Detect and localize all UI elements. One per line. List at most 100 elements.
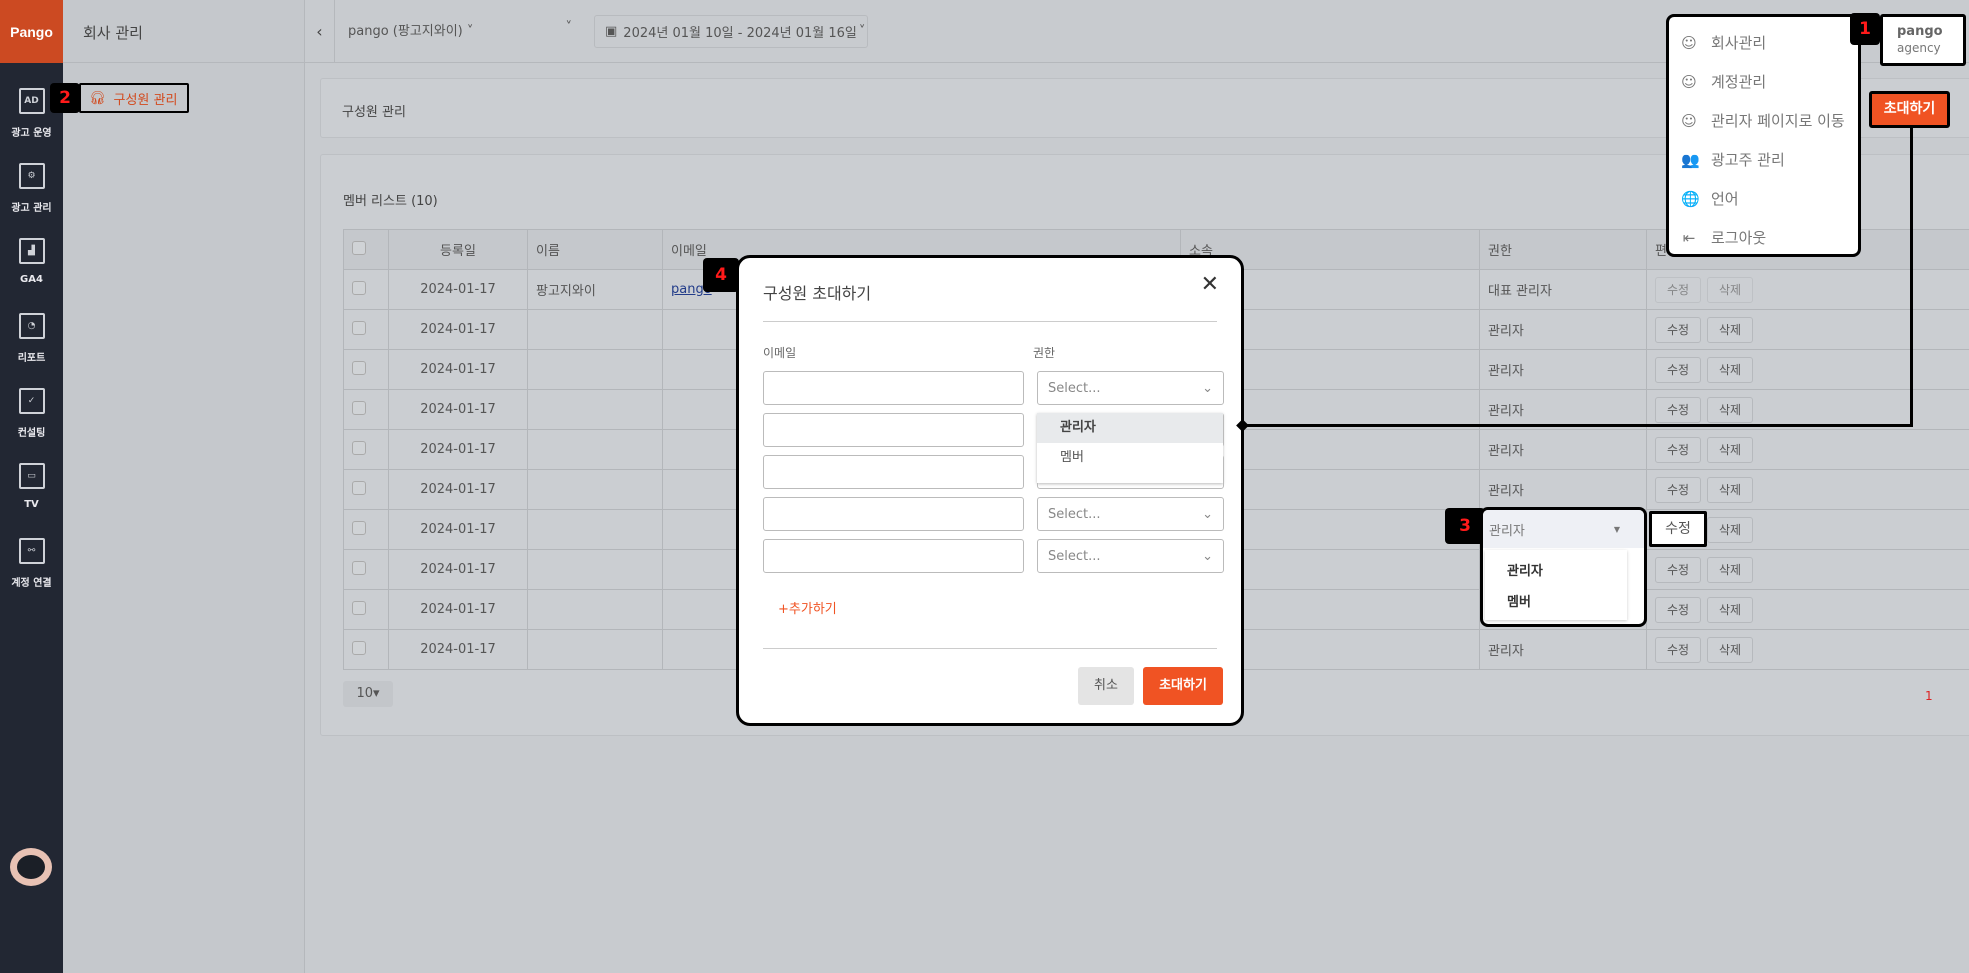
edit-button[interactable]: 수정 xyxy=(1655,436,1701,463)
role-select[interactable]: Select...⌄ xyxy=(1037,497,1224,531)
row-checkbox[interactable] xyxy=(343,429,389,470)
cell-date: 2024-01-17 xyxy=(388,349,528,390)
menu-icon: 👥 xyxy=(1681,150,1700,169)
row-checkbox[interactable] xyxy=(343,509,389,550)
connector-line xyxy=(1910,128,1913,427)
row-checkbox[interactable] xyxy=(343,469,389,510)
col-date: 등록일 xyxy=(388,229,528,270)
row-edit-button-highlighted[interactable]: 수정 xyxy=(1649,511,1707,547)
close-icon[interactable]: ✕ xyxy=(1201,272,1219,297)
role-option-member[interactable]: 멤버 xyxy=(1485,585,1627,616)
delete-button[interactable]: 삭제 xyxy=(1707,516,1753,543)
nav-item-2[interactable]: ▟ GA4 xyxy=(0,238,63,308)
date-range-picker[interactable]: ▣ 2024년 01월 10일 - 2024년 01월 16일 ˅ xyxy=(594,15,868,48)
invite-button[interactable]: 초대하기 xyxy=(1869,91,1950,128)
menu-icon: 🌐 xyxy=(1681,189,1700,208)
email-input[interactable] xyxy=(763,371,1024,405)
cell-name xyxy=(527,509,663,550)
chatbot-avatar-icon[interactable] xyxy=(10,848,52,886)
delete-button[interactable]: 삭제 xyxy=(1707,556,1753,583)
annotation-badge-3: 3 xyxy=(1445,508,1485,544)
row-checkbox[interactable] xyxy=(343,549,389,590)
invite-row: Select...⌄ xyxy=(763,371,1224,405)
nav-label: TV xyxy=(24,499,39,510)
role-option-admin[interactable]: 관리자 xyxy=(1485,554,1627,585)
row-checkbox[interactable] xyxy=(343,349,389,390)
user-menu-item[interactable]: ☺ 계정관리 xyxy=(1669,62,1858,101)
pango-logo[interactable]: Pango xyxy=(0,0,63,63)
user-menu-item[interactable]: 👥 광고주 관리 xyxy=(1669,140,1858,179)
submit-invite-button[interactable]: 초대하기 xyxy=(1143,667,1223,705)
collapse-sidebar-button[interactable]: ‹ xyxy=(305,0,335,63)
cell-date: 2024-01-17 xyxy=(388,269,528,310)
nav-item-5[interactable]: ▭ TV xyxy=(0,463,63,533)
cell-date: 2024-01-17 xyxy=(388,469,528,510)
modal-role-option-admin[interactable]: 관리자 xyxy=(1037,413,1223,443)
edit-button[interactable]: 수정 xyxy=(1655,396,1701,423)
cell-actions: 수정삭제 xyxy=(1646,629,1969,670)
modal-role-option-member[interactable]: 멤버 xyxy=(1037,443,1223,473)
invite-row: Select...⌄ xyxy=(763,497,1224,531)
user-profile-button[interactable]: pango agency xyxy=(1880,14,1966,66)
nav-item-4[interactable]: ✓ 컨설팅 xyxy=(0,388,63,458)
nav-icon: ▟ xyxy=(18,238,45,264)
cell-name xyxy=(527,349,663,390)
role-select[interactable]: 관리자 ▼ xyxy=(1483,510,1644,548)
user-menu-item[interactable]: ⇤ 로그아웃 xyxy=(1669,218,1858,257)
row-role-dropdown[interactable]: 관리자 ▼ 관리자 멤버 xyxy=(1480,507,1647,627)
nav-icon: ▭ xyxy=(18,463,45,489)
user-menu-item[interactable]: ☺ 관리자 페이지로 이동 xyxy=(1669,101,1858,140)
edit-button[interactable]: 수정 xyxy=(1655,316,1701,343)
edit-button[interactable]: 수정 xyxy=(1655,476,1701,503)
add-row-link[interactable]: +추가하기 xyxy=(778,598,837,617)
email-label: 이메일 xyxy=(763,346,797,360)
pagination-page-1[interactable]: 1 xyxy=(1925,689,1933,703)
row-checkbox[interactable] xyxy=(343,389,389,430)
role-select[interactable]: Select...⌄ xyxy=(1037,539,1224,573)
edit-button[interactable]: 수정 xyxy=(1655,556,1701,583)
row-checkbox[interactable] xyxy=(343,269,389,310)
col-name: 이름 xyxy=(527,229,663,270)
user-menu-item[interactable]: 🌐 언어 xyxy=(1669,179,1858,218)
page-size-select[interactable]: 10▾ xyxy=(343,681,393,707)
delete-button[interactable]: 삭제 xyxy=(1707,396,1753,423)
row-checkbox[interactable] xyxy=(343,309,389,350)
account-select[interactable]: pango (팡고지와이) ˅ ˅ xyxy=(348,20,572,42)
nav-item-6[interactable]: ⚯ 계정 연결 xyxy=(0,538,63,608)
email-input[interactable] xyxy=(763,455,1024,489)
row-checkbox[interactable] xyxy=(343,629,389,670)
col-role: 권한 xyxy=(1479,229,1647,270)
edit-button[interactable]: 수정 xyxy=(1655,636,1701,663)
caret-down-icon: ▼ xyxy=(1613,524,1620,534)
cell-date: 2024-01-17 xyxy=(388,429,528,470)
delete-button[interactable]: 삭제 xyxy=(1707,276,1753,303)
delete-button[interactable]: 삭제 xyxy=(1707,596,1753,623)
menu-icon: ⇤ xyxy=(1682,228,1696,247)
delete-button[interactable]: 삭제 xyxy=(1707,316,1753,343)
delete-button[interactable]: 삭제 xyxy=(1707,356,1753,383)
delete-button[interactable]: 삭제 xyxy=(1707,636,1753,663)
cell-role: 관리자 xyxy=(1479,469,1647,510)
email-input[interactable] xyxy=(763,497,1024,531)
invite-row: Select...⌄ xyxy=(763,539,1224,573)
cell-name: 팡고지와이 xyxy=(527,269,663,310)
edit-button[interactable]: 수정 xyxy=(1655,276,1701,303)
cell-date: 2024-01-17 xyxy=(388,389,528,430)
cell-role: 대표 관리자 xyxy=(1479,269,1647,310)
nav-item-3[interactable]: ◔ 리포트 xyxy=(0,313,63,383)
email-input[interactable] xyxy=(763,413,1024,447)
chevron-down-icon: ˅ xyxy=(565,20,573,35)
email-input[interactable] xyxy=(763,539,1024,573)
cancel-button[interactable]: 취소 xyxy=(1078,667,1134,705)
delete-button[interactable]: 삭제 xyxy=(1707,436,1753,463)
edit-button[interactable]: 수정 xyxy=(1655,596,1701,623)
sidebar-item-members[interactable]: 🎧︎ 구성원 관리 xyxy=(79,83,189,113)
select-all-checkbox[interactable] xyxy=(343,229,389,270)
row-checkbox[interactable] xyxy=(343,589,389,630)
edit-button[interactable]: 수정 xyxy=(1655,356,1701,383)
cell-name xyxy=(527,549,663,590)
delete-button[interactable]: 삭제 xyxy=(1707,476,1753,503)
role-select[interactable]: Select...⌄ xyxy=(1037,371,1224,405)
user-menu-item[interactable]: ☺ 회사관리 xyxy=(1669,23,1858,62)
nav-item-1[interactable]: ⚙ 광고 관리 xyxy=(0,163,63,233)
